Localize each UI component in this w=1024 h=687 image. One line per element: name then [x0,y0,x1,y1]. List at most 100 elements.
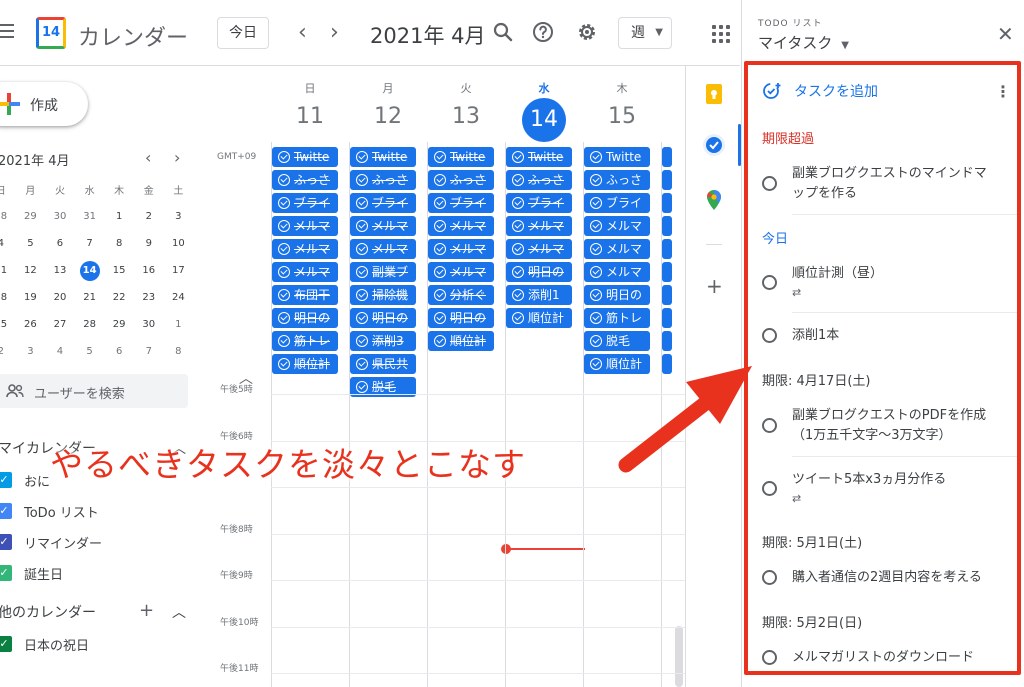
task-title[interactable]: 副業ブログクエストのマインドマップを作る [792,164,992,204]
day-header[interactable]: 火 13 [427,80,505,129]
calendar-checkbox[interactable]: ✓ [0,503,12,519]
mini-day[interactable]: 16 [134,265,164,276]
task-chip[interactable]: 順位計 [584,354,650,374]
task-chip[interactable]: 明日の [428,308,494,328]
mini-day[interactable]: 14 [75,260,105,281]
task-title[interactable]: ツイート5本x3ヵ月分作る [792,470,992,490]
task-chip[interactable]: 明日の [584,285,650,305]
task-chip[interactable]: Twitte [350,147,416,167]
task-chip[interactable] [662,331,672,351]
day-number[interactable]: 11 [271,104,349,129]
day-header[interactable]: 水 14 [505,80,583,142]
mini-next-month-button[interactable]: › [174,148,180,167]
task-chip[interactable]: 布団干 [272,285,338,305]
day-number[interactable]: 14 [522,98,566,142]
task-chip[interactable]: 筋トレ [584,308,650,328]
task-chip[interactable] [662,308,672,328]
task-chip[interactable] [662,193,672,213]
mini-day[interactable]: 7 [75,238,105,249]
mini-day[interactable]: 5 [75,346,105,357]
calendar-item[interactable]: ✓ 誕生日 [0,563,63,583]
task-chip[interactable]: メルマ [506,216,572,236]
mini-day[interactable]: 3 [16,346,46,357]
mini-day[interactable]: 1 [164,319,194,330]
day-header[interactable]: 木 15 [583,80,661,129]
task-chip[interactable]: ブライ [584,193,650,213]
settings-gear-icon[interactable] [575,20,599,44]
task-chip[interactable]: メルマ [272,262,338,282]
task-chip[interactable]: Twitte [272,147,338,167]
task-chip[interactable]: メルマ [584,239,650,259]
task-chip[interactable]: メルマ [272,216,338,236]
mini-day[interactable]: 26 [16,319,46,330]
task-chip[interactable]: 明日の [350,308,416,328]
task-list-selector[interactable]: マイタスク ▼ [758,32,849,53]
task-chip[interactable]: 添削3 [350,331,416,351]
day-header[interactable]: 日 11 [271,80,349,129]
task-complete-radio[interactable] [762,481,777,496]
task-chip[interactable]: 明日の [506,262,572,282]
task-chip[interactable]: メルマ [584,216,650,236]
task-chip[interactable]: メルマ [428,239,494,259]
task-chip[interactable]: 添削1 [506,285,572,305]
search-people-input[interactable]: ユーザーを検索 [0,374,188,408]
mini-day[interactable]: 11 [0,265,16,276]
calendar-checkbox[interactable]: ✓ [0,565,12,581]
task-chip[interactable]: Twitte [506,147,572,167]
task-title[interactable]: 順位計測（昼） [792,264,992,284]
get-addons-plus-icon[interactable]: + [706,274,723,298]
next-week-button[interactable]: › [330,20,339,45]
mini-day[interactable]: 17 [164,265,194,276]
calendar-item[interactable]: ✓ ToDo リスト [0,501,99,521]
task-chip[interactable]: Twitte [428,147,494,167]
task-title[interactable]: 副業ブログクエストのPDFを作成（1万五千文字〜3万文字） [792,406,992,446]
mini-day[interactable]: 4 [0,238,16,249]
today-button[interactable]: 今日 [217,17,269,49]
task-chip[interactable]: ふっさ [350,170,416,190]
calendar-item[interactable]: ✓ 日本の祝日 [0,634,89,654]
task-chip[interactable]: 明日の [272,308,338,328]
mini-day[interactable]: 31 [75,211,105,222]
task-chip[interactable]: メルマ [350,216,416,236]
task-item[interactable]: メルマガリストのダウンロード [760,648,1000,668]
help-icon[interactable] [531,20,555,44]
task-title[interactable]: 購入者通信の2週目内容を考える [792,568,992,588]
task-chip[interactable] [662,262,672,282]
search-icon[interactable] [491,20,515,44]
prev-week-button[interactable]: ‹ [298,20,307,45]
task-item[interactable]: ツイート5本x3ヵ月分作る ⇄ [760,470,1000,508]
mini-day[interactable]: 7 [134,346,164,357]
task-item[interactable]: 添削1本 [760,326,1000,346]
mini-day[interactable]: 28 [0,211,16,222]
task-chip[interactable] [662,170,672,190]
mini-day[interactable]: 20 [45,292,75,303]
mini-day[interactable]: 9 [134,238,164,249]
mini-day[interactable]: 25 [0,319,16,330]
mini-day[interactable]: 19 [16,292,46,303]
task-chip[interactable]: 順位計 [428,331,494,351]
chevron-up-icon[interactable]: ︿ [172,602,186,622]
mini-day[interactable]: 29 [104,319,134,330]
calendar-checkbox[interactable]: ✓ [0,534,12,550]
task-chip[interactable]: ブライ [272,193,338,213]
task-chip[interactable]: ふっさ [506,170,572,190]
mini-day[interactable]: 3 [164,211,194,222]
task-chip[interactable]: メルマ [350,239,416,259]
task-chip[interactable]: メルマ [428,262,494,282]
task-chip[interactable]: ブライ [506,193,572,213]
task-chip[interactable]: メルマ [428,216,494,236]
day-number[interactable]: 15 [583,104,661,129]
task-complete-radio[interactable] [762,176,777,191]
task-chip[interactable]: ふっさ [584,170,650,190]
keep-icon[interactable] [702,82,726,106]
task-chip[interactable]: 掃除機 [350,285,416,305]
create-button[interactable]: 作成 [0,82,88,126]
task-chip[interactable]: 筋トレ [272,331,338,351]
task-item[interactable]: 順位計測（昼） ⇄ [760,264,1000,302]
calendar-logo-icon[interactable]: 14 [36,17,66,49]
mini-day[interactable]: 18 [0,292,16,303]
task-chip[interactable] [662,354,672,374]
mini-day[interactable]: 23 [134,292,164,303]
task-item[interactable]: 購入者通信の2週目内容を考える [760,568,1000,588]
mini-day[interactable]: 8 [164,346,194,357]
